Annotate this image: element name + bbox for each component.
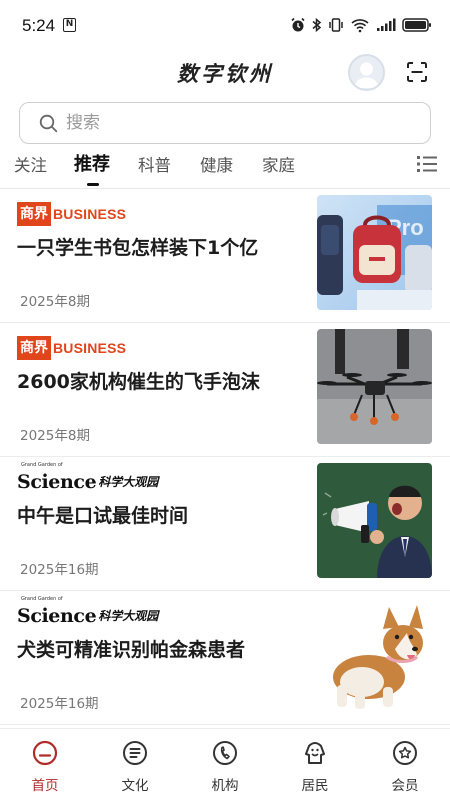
source-en: BUSINESS	[53, 340, 127, 356]
nav-culture[interactable]: 文化	[90, 729, 180, 800]
wifi-icon	[351, 19, 369, 33]
status-time: 5:24	[22, 16, 56, 35]
tab-guanzhu[interactable]: 关注	[14, 152, 47, 176]
nav-label-home: 首页	[31, 778, 59, 794]
source-cn: 科学大观园	[98, 609, 159, 623]
source-logo-science: Grand Garden of Science 科学大观园	[17, 462, 159, 495]
tab-jiating[interactable]: 家庭	[262, 152, 295, 176]
home-icon	[32, 740, 58, 766]
article-card[interactable]: 商界 BUSINESS 2600家机构催生的飞手泡沫 2025年8期	[0, 323, 450, 457]
article-thumbnail[interactable]	[317, 463, 432, 578]
article-issue: 2025年16期	[20, 562, 99, 578]
source-sub: Grand Garden of	[21, 462, 63, 468]
app-header: 数字钦州	[0, 50, 450, 94]
culture-icon	[123, 741, 147, 765]
article-title[interactable]: 2600家机构催生的飞手泡沫	[17, 367, 307, 394]
bottom-nav: 首页 文化 机构 居民 会员	[0, 728, 450, 800]
article-title[interactable]: 中午是口试最佳时间	[17, 501, 307, 528]
article-card[interactable]: 商界 BUSINESS 一只学生书包怎样装下1个亿 2025年8期 Pro	[0, 189, 450, 323]
category-tabs: 关注 推荐 科普 健康 家庭	[0, 150, 450, 186]
search-input[interactable]	[66, 111, 406, 135]
menu-list-icon[interactable]	[416, 154, 438, 174]
article-issue: 2025年8期	[20, 294, 90, 310]
nav-institution[interactable]: 机构	[180, 729, 270, 800]
active-tab-indicator	[87, 183, 99, 186]
article-issue: 2025年16期	[20, 696, 99, 712]
resident-icon	[305, 742, 325, 764]
user-avatar-icon	[354, 62, 379, 88]
article-title[interactable]: 一只学生书包怎样装下1个亿	[17, 233, 307, 260]
source-cn: 商界	[17, 336, 51, 360]
article-title[interactable]: 犬类可精准识别帕金森患者	[17, 635, 307, 662]
article-thumbnail[interactable]: Pro	[317, 195, 432, 310]
status-icons	[290, 15, 432, 35]
vibrate-icon	[329, 18, 343, 32]
source-en: BUSINESS	[53, 206, 127, 222]
backpacks-photo: Pro	[317, 195, 432, 310]
search-icon	[39, 114, 58, 133]
drone-photo	[317, 329, 432, 444]
corgi-photo	[317, 597, 432, 712]
institution-icon	[213, 741, 237, 765]
bluetooth-icon	[312, 17, 322, 33]
source-logo-business: 商界 BUSINESS	[17, 335, 126, 361]
battery-icon	[402, 18, 431, 32]
nav-resident[interactable]: 居民	[270, 729, 360, 800]
megaphone-man-photo	[317, 463, 432, 578]
nav-label-institution: 机构	[211, 778, 239, 794]
source-cn: 科学大观园	[98, 475, 159, 489]
source-logo-business: 商界 BUSINESS	[17, 201, 126, 227]
search-box[interactable]	[19, 102, 431, 144]
status-bar: 5:24 N	[0, 0, 450, 50]
source-en: Science	[17, 471, 97, 493]
article-feed: 商界 BUSINESS 一只学生书包怎样装下1个亿 2025年8期 Pro 商界…	[0, 189, 450, 725]
tab-kepu[interactable]: 科普	[138, 152, 171, 176]
nav-home[interactable]: 首页	[0, 729, 90, 800]
scan-icon[interactable]	[405, 60, 429, 84]
avatar[interactable]	[348, 54, 385, 91]
nav-label-resident: 居民	[301, 778, 329, 794]
nav-label-member: 会员	[391, 778, 419, 794]
member-icon	[393, 741, 417, 765]
nfc-badge: N	[63, 18, 76, 32]
tab-jiankang[interactable]: 健康	[200, 152, 233, 176]
tab-tuijian[interactable]: 推荐	[74, 150, 110, 176]
article-thumbnail[interactable]	[317, 329, 432, 444]
article-card[interactable]: Grand Garden of Science 科学大观园 犬类可精准识别帕金森…	[0, 591, 450, 725]
article-card[interactable]: Grand Garden of Science 科学大观园 中午是口试最佳时间 …	[0, 457, 450, 591]
source-logo-science: Grand Garden of Science 科学大观园	[17, 596, 159, 629]
source-cn: 商界	[17, 202, 51, 226]
source-en: Science	[17, 605, 97, 627]
article-thumbnail[interactable]	[317, 597, 432, 712]
article-issue: 2025年8期	[20, 428, 90, 444]
nav-label-culture: 文化	[121, 778, 149, 794]
signal-icon	[377, 18, 396, 31]
alarm-icon	[291, 17, 305, 32]
nav-member[interactable]: 会员	[360, 729, 450, 800]
source-sub: Grand Garden of	[21, 596, 63, 602]
